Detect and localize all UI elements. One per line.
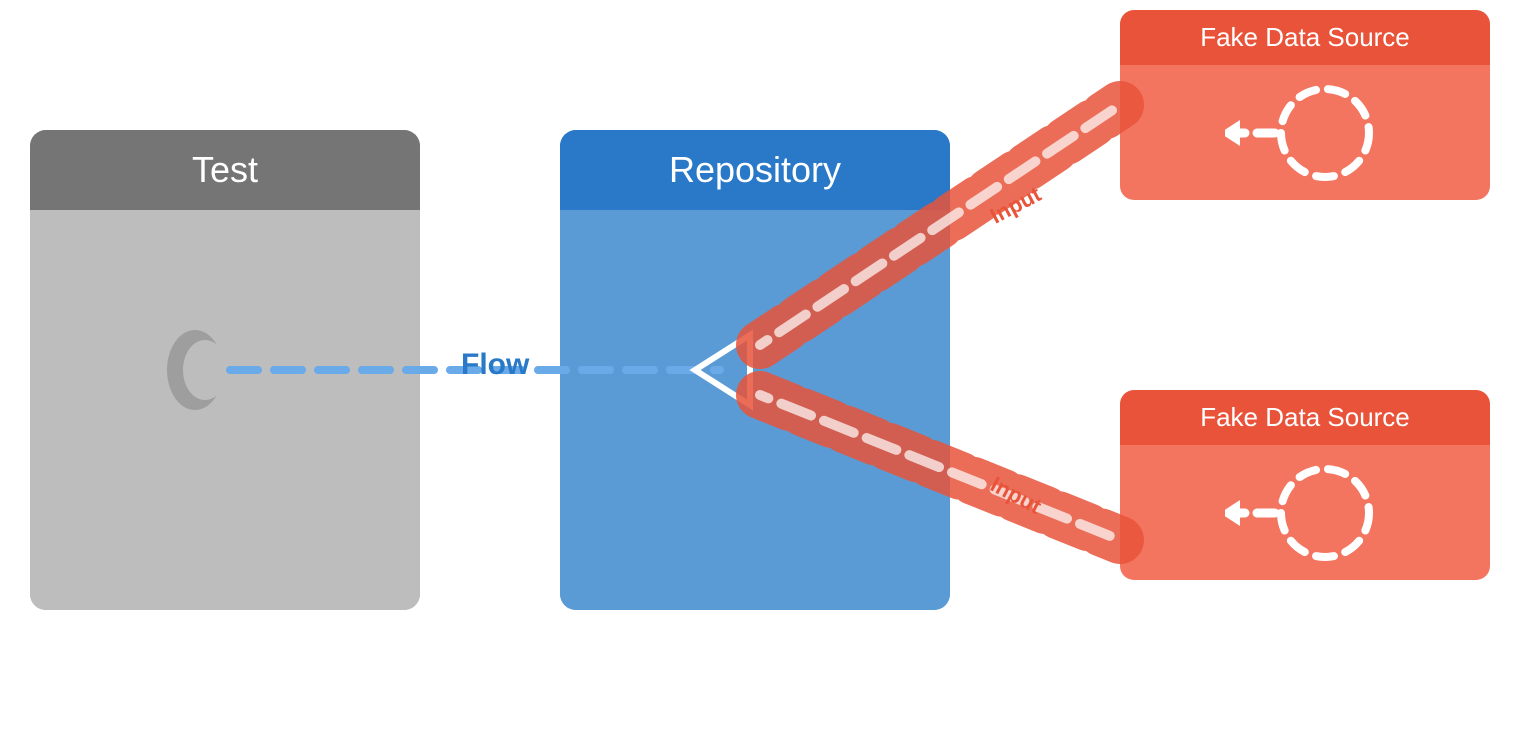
canvas: Test Repository Fake Data Source Fak	[0, 0, 1515, 737]
fds-top-body	[1120, 65, 1490, 200]
fds-bottom-title: Fake Data Source	[1200, 402, 1410, 433]
fds-bottom-body	[1120, 445, 1490, 580]
fds-top-title: Fake Data Source	[1200, 22, 1410, 53]
fds-top-icon	[1225, 78, 1385, 188]
fds-block-bottom: Fake Data Source	[1120, 390, 1490, 580]
test-block: Test	[30, 130, 420, 610]
input-label-bottom: Input	[986, 472, 1046, 520]
repo-header: Repository	[560, 130, 950, 210]
test-title: Test	[192, 149, 258, 191]
fds-bottom-header: Fake Data Source	[1120, 390, 1490, 445]
test-body	[30, 210, 420, 610]
fds-bottom-icon	[1225, 458, 1385, 568]
fds-block-top: Fake Data Source	[1120, 10, 1490, 200]
repo-title: Repository	[669, 149, 841, 191]
repo-body	[560, 210, 950, 610]
input-label-top: Input	[986, 181, 1046, 229]
flow-label: Flow	[461, 348, 529, 382]
fds-top-header: Fake Data Source	[1120, 10, 1490, 65]
repo-block: Repository	[560, 130, 950, 610]
test-header: Test	[30, 130, 420, 210]
